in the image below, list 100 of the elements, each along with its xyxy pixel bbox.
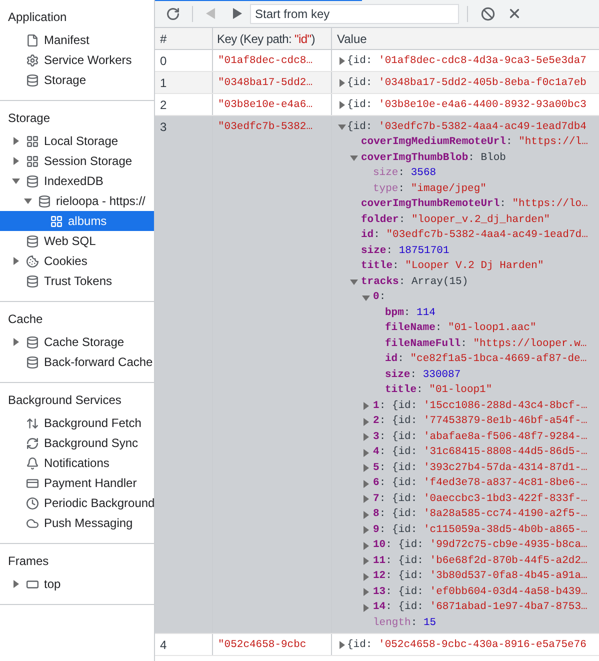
database-icon [26,74,39,86]
grid-icon [26,134,39,148]
expand-arrow-icon[interactable] [12,157,20,165]
grid-icon [50,214,63,228]
property-line: length: 15 [373,616,436,630]
search-field[interactable]: Start from key [250,4,459,24]
collapse-arrow-icon[interactable] [24,197,32,205]
expand-arrow-icon[interactable] [362,433,370,442]
property-line: 12: {id: '3b80d537-0fa8-4b45-a91a… [373,569,588,584]
clock-icon [26,496,39,510]
expand-arrow-icon[interactable] [362,464,370,472]
frame-icon [26,578,39,590]
property-line: coverImgMediumRemoteUrl: "https://l… [361,135,588,150]
sidebar-item[interactable]: Periodic Background [0,493,154,513]
sidebar-item[interactable]: Back-forward Cache [0,352,154,372]
property-line: bpm: 114 [385,306,436,320]
database-icon [26,336,39,348]
sidebar-item[interactable]: Cookies [0,251,154,271]
expand-arrow-icon[interactable] [362,557,370,566]
sidebar-item[interactable]: Background Sync [0,433,154,453]
table-row[interactable]: 1 "0348ba17-5dd2… {id: '0348ba17-5dd2-405b-8eba-f0c1a7eb [155,72,599,94]
collapse-arrow-icon[interactable] [12,177,20,185]
expand-arrow-icon[interactable] [12,137,20,145]
expand-arrow-icon[interactable] [362,418,370,426]
database-icon [26,356,39,368]
property-line: 1: {id: '15cc1086-288d-43c4-8bcf-… [373,398,588,414]
table-row[interactable]: 2 "03b8e10e-e4a6… {id: '03b8e10e-e4a6-4400-8932-93a00bc3 [155,94,599,116]
sidebar-item[interactable]: top [0,574,154,594]
clear-button[interactable] [479,4,497,22]
section-title: Background Services [8,392,122,409]
cloud-icon [26,516,39,530]
property-line: id: "03edfc7b-5382-4aa4-ac49-1ead7d… [361,228,588,243]
expand-arrow-icon[interactable] [338,57,346,65]
property-line: 6: {id: 'f4ed3e78-a837-4c81-8be6-… [373,476,588,491]
expand-arrow-icon[interactable] [362,542,370,550]
left-triangle-icon [206,8,216,19]
expand-arrow-icon[interactable] [362,510,370,519]
value-preview: {id: '01af8dec-cdc8-4d3a-9ca3-5e5e3da7 [347,54,586,69]
table-cell: "03edfc7b-5382… [218,121,313,133]
expand-arrow-icon[interactable] [362,402,370,410]
sidebar-item[interactable]: Trust Tokens [0,271,154,291]
expand-arrow-icon[interactable] [362,604,370,612]
property-line: 2: {id: '77453879-8e1b-46bf-a54f-… [373,414,588,429]
collapse-arrow-icon[interactable] [350,278,358,286]
column-header[interactable]: Value [337,30,367,48]
table-row[interactable]: 4 "052c4658-9cbc {id: '052c4658-9cbc-430a-8916-e5a75e76 [155,634,599,656]
sidebar-item[interactable]: Session Storage [0,151,154,171]
sidebar-item[interactable]: Payment Handler [0,473,154,493]
property-line: 9: {id: 'c115059a-38d5-4b0b-a865-… [373,522,588,538]
expand-arrow-icon[interactable] [362,588,370,596]
database-icon [38,194,51,208]
section-title: Storage [8,110,50,127]
sidebar-item[interactable]: Notifications [0,453,154,473]
card-icon [26,476,39,490]
expand-arrow-icon[interactable] [338,101,346,109]
collapse-arrow-icon[interactable] [362,294,370,302]
expand-arrow-icon[interactable] [12,257,20,265]
sidebar-item[interactable]: Service Workers [0,50,154,70]
property-line: 14: {id: '6871abad-1e97-4ba7-8753… [373,600,588,615]
collapse-arrow-icon[interactable] [350,154,358,162]
expand-arrow-icon[interactable] [362,480,370,488]
table-cell: 1 [160,76,167,90]
property-line: tracks: Array(15) [361,274,468,290]
expand-arrow-icon[interactable] [362,495,370,504]
value-preview: {id: '0348ba17-5dd2-405b-8eba-f0c1a7eb [347,76,586,91]
sidebar-item[interactable]: IndexedDB [0,171,154,191]
section-title: Frames [8,553,49,570]
expand-arrow-icon[interactable] [338,641,346,649]
property-line: title: "Looper V.2 Dj Harden" [361,259,544,274]
table-cell: 2 [160,98,167,112]
sidebar-item[interactable]: albums [0,211,154,231]
table-row[interactable] [155,116,599,634]
expand-arrow-icon[interactable] [12,580,20,588]
sidebar-item[interactable]: Local Storage [0,131,154,151]
sidebar-item[interactable]: rieloopa - https:// [0,191,154,211]
sidebar-item[interactable]: Background Fetch [0,413,154,433]
table-row[interactable]: 0 "01af8dec-cdc8… {id: '01af8dec-cdc8-4d3a-9ca3-5e5e3da7 [155,50,599,72]
sidebar-item[interactable]: Manifest [0,30,154,50]
sidebar-item[interactable]: Cache Storage [0,332,154,352]
property-line: title: "01-loop1" [385,383,492,398]
column-header[interactable]: # [160,30,167,48]
collapse-arrow-icon[interactable] [338,123,346,131]
table-cell: "052c4658-9cbc [218,639,306,651]
sidebar-item[interactable]: Storage [0,70,154,90]
cookie-icon [26,254,39,268]
expand-arrow-icon[interactable] [362,448,370,457]
property-line: 3: {id: 'abafae8a-f506-48f7-9284-… [373,430,588,444]
table-cell: 0 [160,54,167,68]
property-line: type: "image/jpeg" [373,182,486,196]
sidebar-item[interactable]: Web SQL [0,231,154,251]
value-preview: {id: '052c4658-9cbc-430a-8916-e5a75e76 [347,638,586,653]
expand-arrow-icon[interactable] [362,526,370,534]
property-line: size: 18751701 [361,244,450,258]
expand-arrow-icon[interactable] [12,338,20,346]
property-line: 10: {id: '99d72c75-cb9e-4935-b8ca… [373,538,588,553]
expand-arrow-icon[interactable] [362,572,370,581]
expand-arrow-icon[interactable] [338,79,346,87]
database-icon [26,234,39,248]
sidebar-item[interactable]: Push Messaging [0,513,154,533]
column-header[interactable]: Key (Key path: "id") [217,30,315,48]
